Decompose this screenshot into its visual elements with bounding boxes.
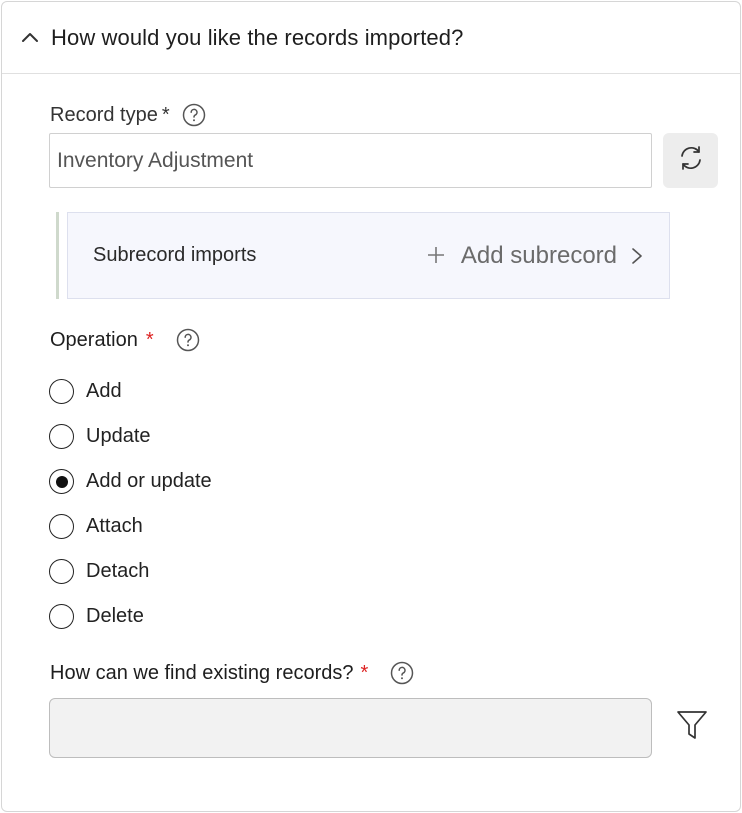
operation-option-add[interactable]: Add — [49, 379, 122, 404]
radio-label: Detach — [86, 560, 150, 582]
radio-button[interactable] — [49, 604, 74, 629]
plus-icon — [427, 240, 445, 271]
add-subrecord-button[interactable]: Add subrecord — [427, 240, 643, 271]
subrecord-title: Subrecord imports — [93, 244, 257, 266]
add-subrecord-label: Add subrecord — [460, 241, 617, 269]
radio-label: Update — [86, 425, 151, 447]
find-existing-label: How can we find existing records? — [50, 661, 354, 684]
required-mark: * — [360, 661, 369, 684]
section-title: How would you like the records imported? — [51, 24, 464, 50]
radio-label: Add or update — [86, 470, 212, 492]
help-icon[interactable] — [390, 661, 414, 685]
record-type-select[interactable]: Inventory Adjustment — [49, 133, 652, 188]
required-mark: * — [161, 103, 170, 126]
chevron-right-icon — [631, 247, 643, 265]
radio-button[interactable] — [49, 379, 74, 404]
help-icon[interactable] — [182, 103, 206, 127]
radio-label: Attach — [86, 515, 143, 537]
operation-option-attach[interactable]: Attach — [49, 514, 143, 539]
operation-option-update[interactable]: Update — [49, 424, 151, 449]
find-existing-label-row: How can we find existing records? * — [50, 661, 414, 685]
radio-label: Add — [86, 380, 122, 402]
operation-label: Operation — [50, 328, 138, 351]
record-type-label: Record type — [50, 103, 158, 126]
radio-label: Delete — [86, 605, 144, 627]
refresh-button[interactable] — [663, 133, 718, 188]
subrecord-section: Subrecord imports Add subrecord — [56, 212, 670, 299]
chevron-up-icon[interactable] — [20, 28, 40, 48]
radio-button-selected[interactable] — [49, 469, 74, 494]
record-type-value: Inventory Adjustment — [57, 148, 254, 172]
find-existing-input[interactable] — [49, 698, 652, 758]
subrecord-box: Subrecord imports Add subrecord — [67, 212, 670, 299]
filter-button[interactable] — [673, 708, 711, 746]
help-icon[interactable] — [176, 328, 200, 352]
radio-button[interactable] — [49, 424, 74, 449]
operation-option-detach[interactable]: Detach — [49, 559, 149, 584]
refresh-icon — [677, 144, 705, 177]
operation-option-delete[interactable]: Delete — [49, 604, 144, 629]
subrecord-indent-bar — [56, 212, 59, 299]
record-type-label-row: Record type * — [50, 103, 206, 127]
section-header[interactable]: How would you like the records imported? — [2, 2, 740, 74]
radio-dot — [55, 475, 68, 488]
radio-button[interactable] — [49, 514, 74, 539]
operation-label-row: Operation * — [50, 328, 200, 352]
operation-option-add-or-update[interactable]: Add or update — [49, 469, 212, 494]
radio-button[interactable] — [49, 559, 74, 584]
required-mark: * — [145, 328, 154, 351]
filter-icon — [676, 709, 708, 746]
